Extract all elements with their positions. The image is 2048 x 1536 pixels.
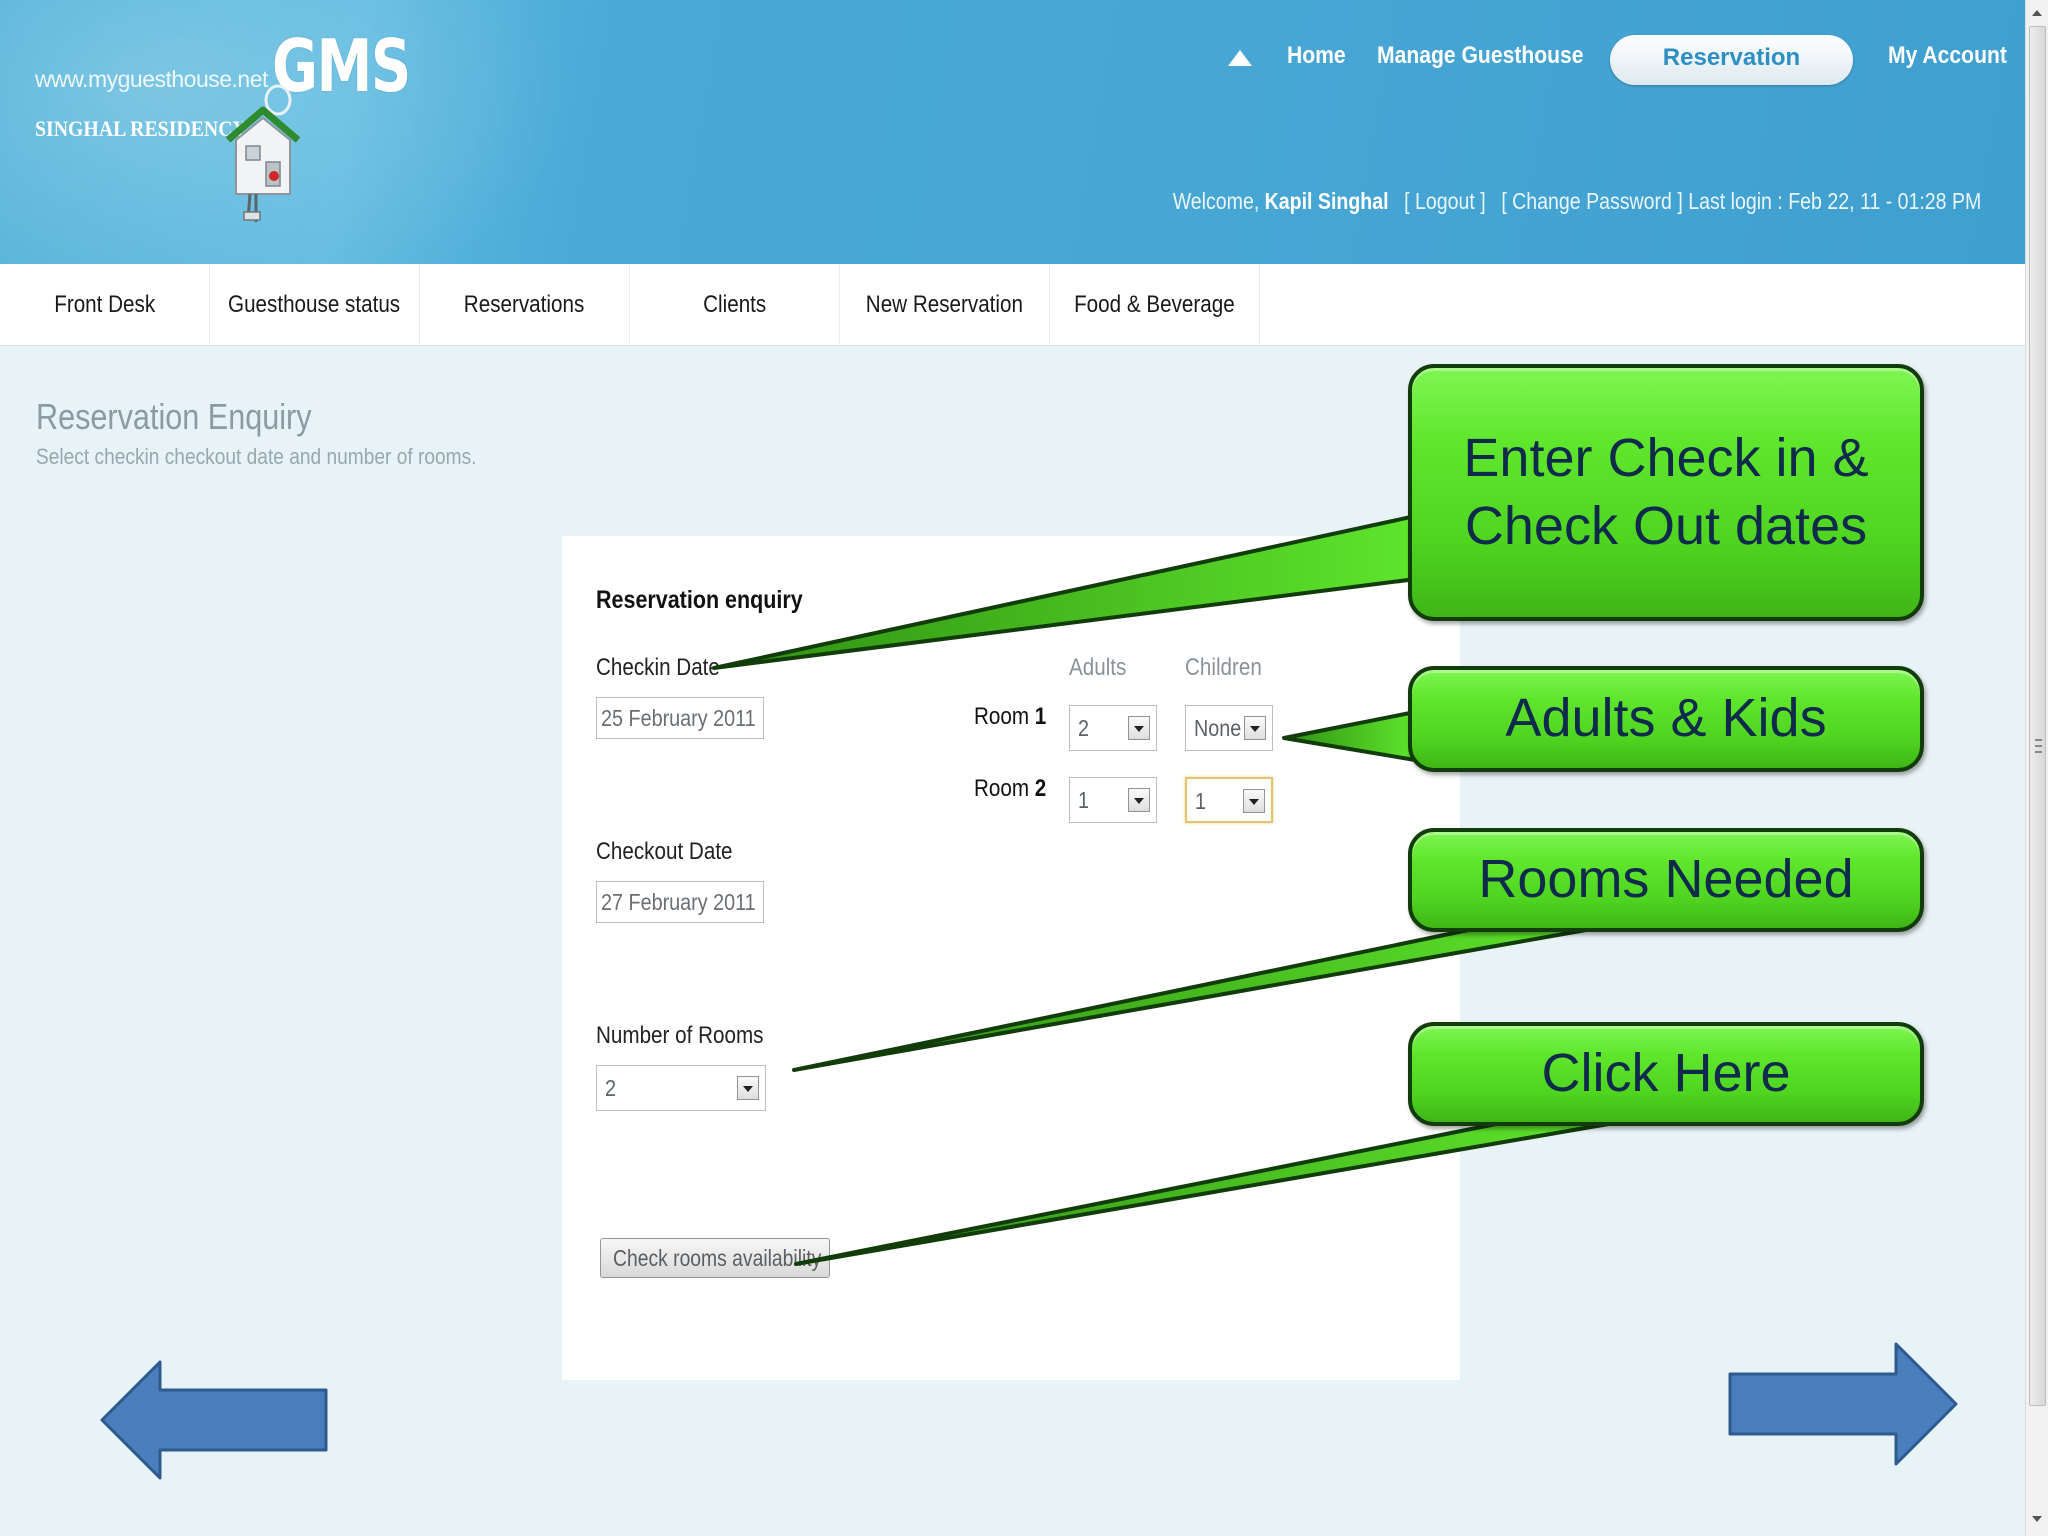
- menu-label: Clients: [702, 291, 767, 318]
- room-1-label: Room 1: [974, 703, 1046, 731]
- menu-food-beverage[interactable]: Food & Beverage: [1050, 264, 1260, 346]
- room-2-children-value: 1: [1195, 788, 1207, 814]
- rooms-label: Number of Rooms: [596, 1022, 764, 1049]
- room-label-prefix: Room: [974, 703, 1030, 730]
- property-name: SINGHAL RESIDENCY: [35, 116, 247, 141]
- checkin-date-value: 25 February 2011: [601, 705, 756, 731]
- scroll-thumb[interactable]: [2029, 26, 2046, 1406]
- callout-rooms-needed: Rooms Needed: [1408, 828, 1924, 932]
- room-label-number: 2: [1034, 775, 1047, 802]
- chevron-down-icon: [1243, 789, 1265, 813]
- menu-front-desk[interactable]: Front Desk: [0, 264, 210, 346]
- page-subtitle: Select checkin checkout date and number …: [36, 444, 477, 469]
- nav-reservation-label: Reservation: [1662, 44, 1801, 71]
- rooms-select-value: 2: [605, 1075, 617, 1101]
- room-2-label: Room 2: [974, 775, 1046, 803]
- check-availability-button[interactable]: Check rooms availability: [600, 1238, 830, 1278]
- logout-link[interactable]: [ Logout ]: [1404, 188, 1486, 214]
- scroll-up-icon[interactable]: [2032, 10, 2042, 16]
- last-login: Last login : Feb 22, 11 - 01:28 PM: [1687, 188, 1981, 214]
- chevron-down-icon: [1244, 716, 1266, 740]
- room-label-number: 1: [1034, 703, 1047, 730]
- chevron-down-icon: [1128, 716, 1150, 740]
- room-label-prefix: Room: [974, 775, 1030, 802]
- menu-new-reservation[interactable]: New Reservation: [840, 264, 1050, 346]
- nav-manage-guesthouse[interactable]: Manage Guesthouse: [1377, 42, 1584, 70]
- room-1-children-select[interactable]: None: [1185, 705, 1273, 751]
- room-1-children-value: None: [1194, 715, 1242, 741]
- check-availability-label: Check rooms availability: [613, 1245, 822, 1271]
- checkin-label: Checkin Date: [596, 654, 720, 681]
- checkin-date-input[interactable]: 25 February 2011: [596, 697, 764, 739]
- menu-label: Front Desk: [54, 291, 155, 318]
- callout-adults-kids: Adults & Kids: [1408, 666, 1924, 772]
- nav-home[interactable]: Home: [1287, 42, 1346, 70]
- nav-reservation[interactable]: Reservation: [1610, 35, 1853, 85]
- room-2-adults-value: 1: [1078, 787, 1090, 813]
- children-header: Children: [1185, 654, 1262, 681]
- checkout-label: Checkout Date: [596, 838, 733, 865]
- nav-my-account[interactable]: My Account: [1888, 42, 2007, 70]
- vertical-scrollbar[interactable]: [2025, 0, 2048, 1536]
- header-banner: www.myguesthouse.net GMS SINGHAL RESIDEN…: [0, 0, 2025, 264]
- welcome-prefix: Welcome,: [1172, 188, 1259, 214]
- room-1-adults-select[interactable]: 2: [1069, 705, 1157, 751]
- menu-label: Food & Beverage: [1074, 291, 1235, 318]
- menu-label: Guesthouse status: [228, 291, 401, 318]
- right-arrow-icon[interactable]: [1728, 1342, 1960, 1466]
- welcome-bar: Welcome, Kapil Singhal [ Logout ] [ Chan…: [1172, 188, 1981, 215]
- adults-header: Adults: [1069, 654, 1127, 681]
- callout-dates: Enter Check in & Check Out dates: [1408, 364, 1924, 621]
- scroll-down-icon[interactable]: [2032, 1516, 2042, 1522]
- room-2-children-select[interactable]: 1: [1185, 777, 1273, 823]
- checkout-date-value: 27 February 2011: [601, 889, 756, 915]
- grip-icon: [2035, 739, 2042, 753]
- menu-reservations[interactable]: Reservations: [420, 264, 630, 346]
- callout-click-here: Click Here: [1408, 1022, 1924, 1126]
- menu-label: Reservations: [464, 291, 585, 318]
- rooms-select[interactable]: 2: [596, 1065, 766, 1111]
- page-title: Reservation Enquiry: [36, 396, 312, 437]
- main-menu: Front Desk Guesthouse status Reservation…: [0, 264, 2025, 346]
- menu-label: New Reservation: [865, 291, 1024, 318]
- user-name: Kapil Singhal: [1264, 188, 1389, 214]
- checkout-date-input[interactable]: 27 February 2011: [596, 881, 764, 923]
- menu-clients[interactable]: Clients: [630, 264, 840, 346]
- form-heading: Reservation enquiry: [596, 586, 803, 614]
- triangle-up-icon: [1228, 50, 1252, 66]
- chevron-down-icon: [737, 1076, 759, 1100]
- change-password-link[interactable]: [ Change Password ]: [1501, 188, 1682, 214]
- room-2-adults-select[interactable]: 1: [1069, 777, 1157, 823]
- room-1-adults-value: 2: [1078, 715, 1090, 741]
- house-keychain-icon: [225, 84, 301, 222]
- left-arrow-icon[interactable]: [100, 1360, 330, 1480]
- chevron-down-icon: [1128, 788, 1150, 812]
- menu-guesthouse-status[interactable]: Guesthouse status: [210, 264, 420, 346]
